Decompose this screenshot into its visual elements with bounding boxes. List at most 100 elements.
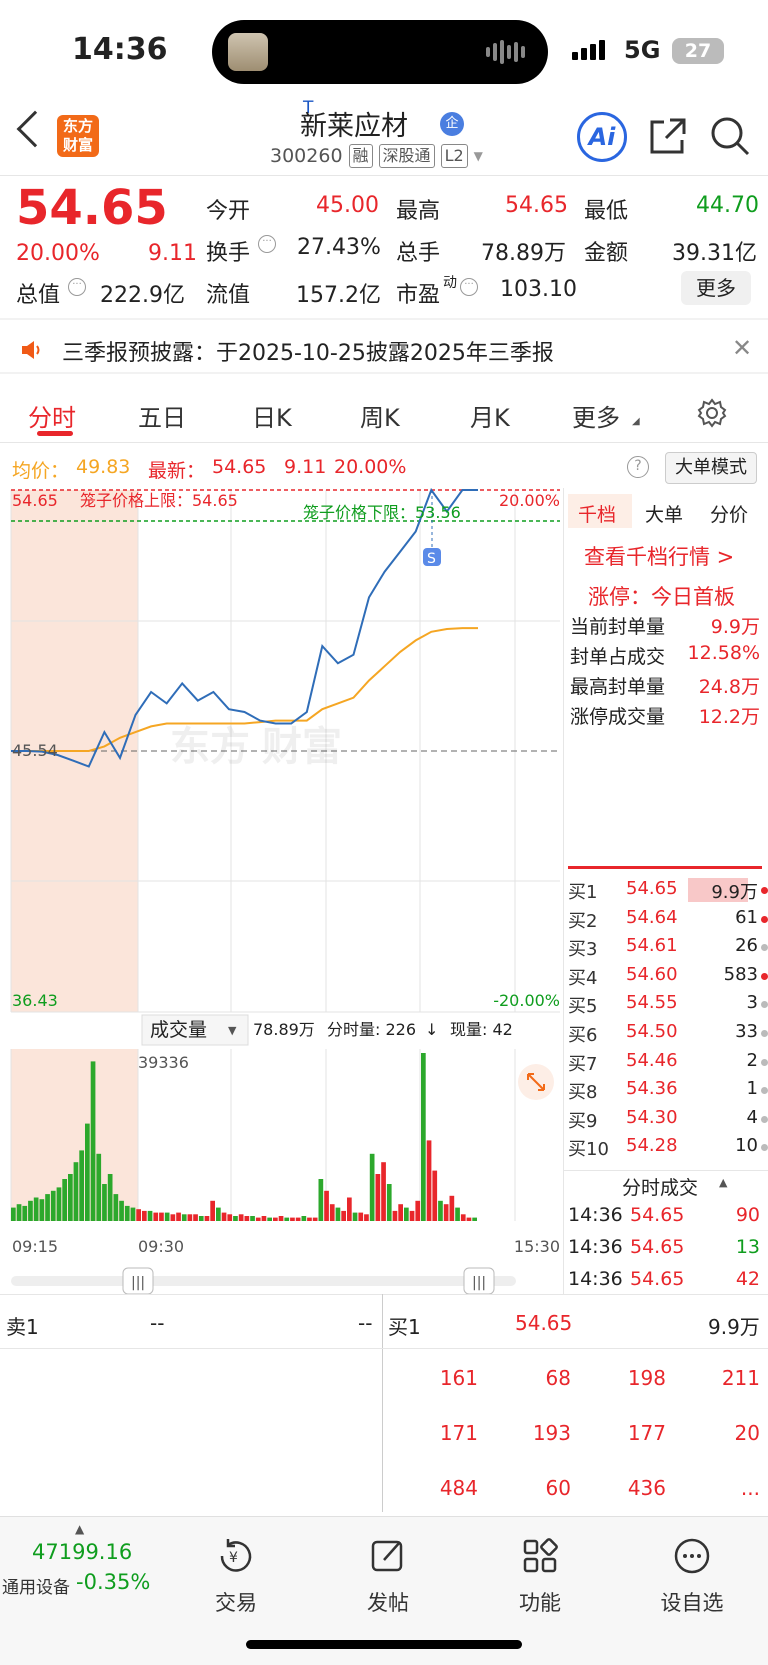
volume-bar (358, 1212, 364, 1221)
volume-bar (398, 1204, 403, 1221)
bid-price: 54.55 (626, 992, 678, 1014)
volume-bar (341, 1210, 346, 1221)
bid-price: 54.61 (626, 935, 678, 957)
bid-row[interactable]: 买3 54.61 26 (568, 935, 768, 963)
bid-volume: 583 (723, 963, 758, 985)
nav-functions-label: 功能 (519, 1591, 561, 1615)
nav-trade[interactable]: ¥ 交易 (186, 1536, 286, 1617)
divider (563, 488, 564, 1294)
notice-text[interactable]: 三季报预披露：于2025-10-25披露2025年三季报 (62, 335, 554, 367)
help-icon[interactable]: ? (627, 456, 649, 478)
bid-label: 买2 (568, 910, 598, 932)
volume-bar (96, 1153, 102, 1221)
back-icon[interactable] (16, 110, 54, 148)
ai-button[interactable]: Ai (577, 112, 627, 162)
close-icon[interactable]: ✕ (732, 334, 752, 362)
chevron-down-icon[interactable]: ▼ (474, 149, 483, 163)
volume-bar (50, 1190, 56, 1221)
index-value[interactable]: 47199.16 (32, 1540, 132, 1564)
volume-bar (404, 1207, 409, 1221)
lower-limit-label: 笼子价格下限：53.56 (303, 503, 461, 522)
bid-row[interactable]: 买6 54.50 33 (568, 1021, 768, 1049)
bid-dot (761, 887, 768, 894)
trades-title[interactable]: 分时成交 (622, 1173, 698, 1200)
volume-bar (45, 1194, 50, 1221)
tag-connect: 深股通 (378, 144, 435, 168)
tab-monthly-k[interactable]: 月K (470, 398, 510, 433)
volume-bar (113, 1194, 119, 1221)
volume-bar (443, 1204, 449, 1221)
bid-label: 买10 (568, 1139, 609, 1161)
bid-price: 54.30 (626, 1106, 678, 1128)
view-depth-link[interactable]: 查看千档行情 > (584, 541, 734, 571)
volume-bar (290, 1217, 295, 1221)
tab-more[interactable]: 更多 (572, 398, 620, 433)
more-button[interactable]: 更多 (681, 271, 751, 305)
search-icon[interactable] (708, 114, 752, 158)
volume-bar (329, 1204, 335, 1221)
bid-label: 买5 (568, 996, 598, 1018)
volume-bar (432, 1170, 438, 1221)
bid-row[interactable]: 买1 54.65 9.9万 (568, 878, 768, 906)
settings-gear-icon[interactable] (697, 398, 727, 428)
share-icon[interactable] (646, 114, 690, 158)
info-icon[interactable]: ··· (258, 235, 276, 253)
bid-row[interactable]: 买7 54.46 2 (568, 1050, 768, 1078)
low-value: 44.70 (696, 193, 759, 218)
bid-row[interactable]: 买8 54.36 1 (568, 1078, 768, 1106)
bid-row[interactable]: 买10 54.28 10 (568, 1135, 768, 1163)
volume-bar (119, 1200, 124, 1221)
stock-name[interactable]: 新莱应材 (300, 104, 408, 143)
volume-bar (153, 1212, 159, 1221)
info-icon[interactable]: ··· (460, 278, 478, 296)
volume-bar (227, 1214, 233, 1221)
grip-icon: ||| (131, 1275, 145, 1291)
queue-cell: 20 (734, 1421, 760, 1445)
nav-functions[interactable]: 功能 (490, 1536, 590, 1617)
bid-dot (761, 915, 768, 923)
intraday-chart[interactable]: 东方 财富 S 54.65 笼子价格上限：54.65 笼子价格下限：53.56 … (0, 488, 562, 1296)
volume-bar (85, 1123, 90, 1221)
stat-value: 12.2万 (698, 706, 760, 728)
tab-price-dist[interactable]: 分价 (710, 500, 748, 527)
down-arrow-icon: ↓ (425, 1020, 438, 1039)
bid-row[interactable]: 买4 54.60 583 (568, 964, 768, 992)
audio-wave-icon (486, 40, 526, 64)
volume-bar (79, 1150, 84, 1221)
volume-bar (375, 1174, 381, 1221)
queue-cell: 211 (721, 1366, 760, 1390)
divider (382, 1294, 383, 1512)
volume-bar (130, 1207, 136, 1221)
tab-big-orders[interactable]: 大单 (645, 500, 683, 527)
sell1-price: -- (150, 1311, 165, 1335)
queue-cell: 193 (532, 1421, 571, 1445)
bid-row[interactable]: 买2 54.64 61 (568, 907, 768, 935)
bid-row[interactable]: 买5 54.55 3 (568, 992, 768, 1020)
big-order-mode-button[interactable]: 大单模式 (665, 452, 757, 484)
latest-percent: 20.00% (334, 456, 407, 478)
tab-daily-k[interactable]: 日K (252, 398, 292, 433)
speaker-icon (22, 341, 40, 359)
bid-section-bar (568, 866, 762, 869)
bid-row[interactable]: 买9 54.30 4 (568, 1107, 768, 1135)
nav-watchlist[interactable]: 设自选 (642, 1536, 742, 1617)
nav-post[interactable]: 发帖 (338, 1536, 438, 1617)
watermark: 财富 (262, 724, 342, 770)
more-dots-icon (674, 1538, 710, 1574)
tab-intraday[interactable]: 分时 (28, 398, 76, 433)
price-axis-bottom: 36.43 (12, 991, 58, 1010)
tab-weekly-k[interactable]: 周K (360, 398, 400, 433)
bid-dot (761, 1144, 768, 1152)
volume-bar (159, 1212, 164, 1221)
tab-five-day[interactable]: 五日 (138, 398, 186, 433)
pe-value: 103.10 (500, 277, 577, 302)
trade-price: 54.65 (630, 1204, 685, 1226)
tab-depth[interactable]: 千档 (578, 500, 616, 527)
high-value: 54.65 (505, 193, 568, 218)
volume-bar (11, 1207, 16, 1221)
bid-dot (761, 1115, 768, 1123)
chevron-up-icon[interactable]: ▲ (75, 1522, 84, 1536)
trade-volume: 13 (735, 1236, 760, 1258)
volume-bar (244, 1216, 250, 1221)
info-icon[interactable]: ··· (68, 278, 86, 296)
